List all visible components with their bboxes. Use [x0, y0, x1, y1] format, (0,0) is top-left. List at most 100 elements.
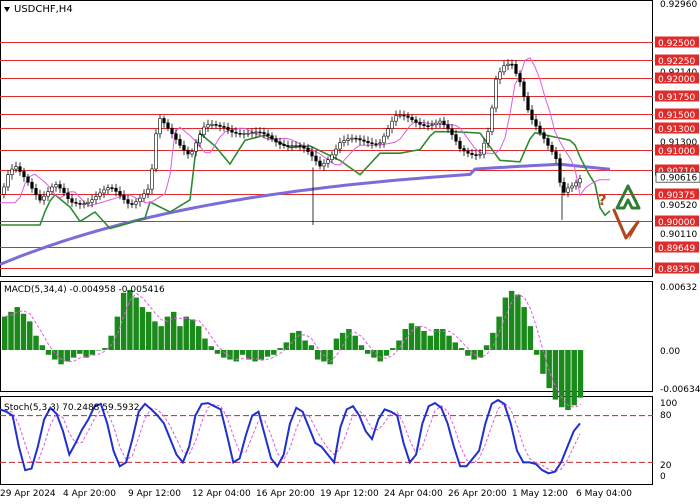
candle-body: [366, 141, 370, 144]
candle-body: [322, 163, 326, 167]
candle-body: [458, 140, 462, 149]
chart-canvas[interactable]: USDCHF,H4 0.92960 0.92140 0.91300 0.9052…: [0, 0, 700, 500]
candle-body: [114, 187, 118, 192]
candle-body: [414, 119, 418, 123]
candle-body: [34, 188, 38, 196]
question-mark: ?: [598, 191, 607, 209]
price-panel-frame: [0, 0, 653, 277]
candle-body: [430, 124, 434, 127]
macd-bar: [577, 350, 584, 398]
candle-body: [66, 192, 70, 199]
candle-body: [198, 134, 202, 144]
macd-bar: [221, 350, 227, 358]
candle-body: [542, 132, 546, 139]
time-tick: 26 Apr 20:00: [448, 489, 507, 499]
macd-bar: [252, 350, 258, 362]
macd-bar: [202, 338, 208, 350]
candle-body: [566, 187, 570, 193]
candle-body: [494, 78, 498, 109]
stoch-tick: 0: [660, 472, 666, 482]
level-label: 0.92250: [658, 57, 695, 67]
level-label: 0.90375: [658, 191, 695, 201]
macd-bar: [440, 329, 446, 350]
macd-bar: [352, 335, 358, 350]
level-label: 0.91500: [658, 111, 695, 121]
macd-histogram: [2, 289, 584, 411]
candle-body: [162, 118, 166, 124]
candle-body: [418, 122, 422, 125]
candle-body: [426, 125, 430, 127]
macd-bar: [77, 350, 83, 354]
candle-body: [326, 159, 330, 164]
down-arrow-icon: [612, 208, 640, 240]
candle-body: [258, 131, 262, 134]
macd-bar: [302, 340, 308, 350]
candle-body: [410, 117, 414, 121]
macd-bar: [546, 350, 552, 389]
candle-body: [182, 145, 186, 151]
candle-body: [394, 115, 398, 122]
candle-body: [262, 132, 266, 135]
macd-bar: [390, 348, 396, 350]
candle-body: [86, 201, 90, 204]
macd-bar: [552, 350, 559, 400]
macd-bar: [189, 319, 196, 350]
candle-body: [134, 201, 138, 205]
macd-bar: [358, 345, 365, 350]
macd-bar: [533, 350, 540, 355]
macd-bar: [364, 350, 371, 354]
candle-body: [254, 131, 258, 134]
macd-bar: [427, 335, 434, 350]
level-label: 0.91000: [658, 147, 695, 157]
candle-body: [306, 147, 310, 152]
price-tick: 0.90520: [660, 201, 697, 211]
candle-body: [6, 174, 10, 188]
candle-body: [302, 145, 306, 149]
candle-body: [78, 203, 82, 205]
candle-body: [82, 203, 86, 205]
candle-body: [462, 148, 466, 152]
moving-averages: [0, 57, 611, 266]
level-label: 0.92500: [658, 39, 695, 49]
macd-bar: [296, 330, 302, 350]
candle-body: [210, 124, 214, 126]
macd-bar: [415, 326, 421, 350]
macd-bar: [214, 350, 221, 354]
macd-bar: [271, 350, 277, 355]
candle-body: [498, 71, 502, 80]
candle-body: [246, 132, 250, 135]
stoch-tick: 80: [660, 411, 672, 421]
macd-bar: [152, 321, 158, 350]
triangle-down-icon[interactable]: [4, 7, 10, 12]
macd-bar: [327, 350, 333, 365]
candle-body: [170, 127, 174, 135]
candle-body: [90, 199, 94, 203]
candle-body: [46, 191, 50, 197]
candle-body: [314, 155, 318, 162]
macd-bar: [183, 316, 189, 350]
current-price-label: 0.90616: [660, 174, 697, 184]
candle-body: [574, 182, 578, 187]
chart-window[interactable]: USDCHF,H4 0.92960 0.92140 0.91300 0.9052…: [0, 0, 700, 500]
candle-body: [154, 133, 158, 170]
time-tick: 1 May 12:00: [512, 489, 568, 499]
candle-body: [218, 124, 222, 127]
macd-bar: [377, 350, 383, 362]
candle-body: [54, 184, 58, 188]
candle-body: [354, 137, 358, 140]
time-tick: 6 May 04:00: [576, 489, 632, 499]
candle-body: [98, 192, 102, 197]
candle-body: [530, 109, 534, 120]
macd-bar: [45, 350, 52, 355]
candle-body: [202, 126, 206, 135]
candle-body: [346, 138, 350, 141]
macd-bar: [58, 350, 64, 365]
macd-bar: [558, 350, 565, 408]
candle-body: [338, 142, 342, 150]
candle-body: [286, 145, 290, 147]
candle-body: [510, 63, 514, 66]
candle-body: [42, 195, 46, 201]
candle-body: [362, 139, 366, 142]
candle-body: [278, 141, 282, 145]
candle-body: [250, 132, 254, 134]
